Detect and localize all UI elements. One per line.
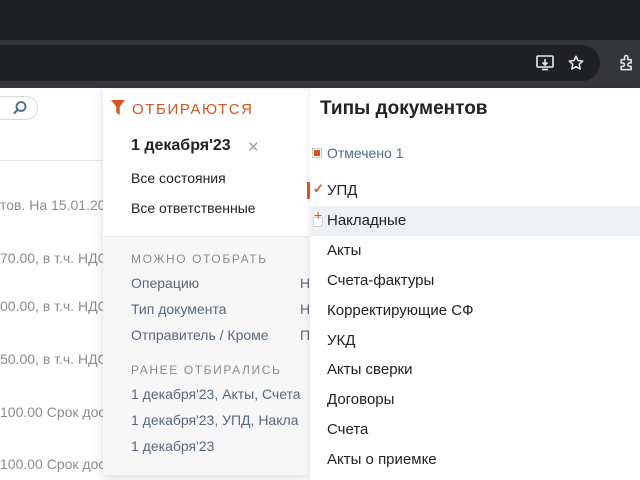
history-item[interactable]: 1 декабря'23, УПД, Накла [131, 412, 298, 428]
doc-type-item[interactable]: Акты сверки [310, 355, 640, 385]
filter-option-doc-type[interactable]: Тип документа [131, 301, 227, 317]
doc-type-item[interactable]: Договоры [310, 385, 640, 415]
list-item[interactable]: тов. На 15.01.20 [0, 197, 106, 213]
selected-date-filter[interactable]: 1 декабря'23 [131, 137, 231, 155]
list-item[interactable]: 100.00 Срок дос [0, 404, 105, 420]
selected-filter-status[interactable]: Все состояния [131, 170, 226, 186]
filter-title: ОТБИРАЮТСЯ [111, 100, 254, 119]
extensions-icon[interactable] [616, 52, 638, 74]
doc-types-title: Типы документов [320, 98, 488, 119]
search-field[interactable] [0, 96, 38, 120]
doc-type-item[interactable]: УКД [310, 326, 640, 356]
list-item[interactable]: 100.00 Срок дос [0, 456, 105, 472]
list-item[interactable]: 50.00, в т.ч. НДС [0, 351, 108, 367]
doc-types-panel: Типы документов Отмечено 1 ✓ УПД + Накла… [307, 88, 640, 480]
doc-type-item[interactable]: Корректирующие СФ [310, 296, 640, 326]
filter-option-right[interactable]: Н [300, 301, 310, 317]
address-bar[interactable] [0, 45, 600, 81]
doc-type-label: Корректирующие СФ [327, 302, 474, 319]
doc-type-label: Акты [327, 242, 362, 259]
list-item[interactable]: 70.00, в т.ч. НДС [0, 250, 108, 266]
filter-title-label: ОТБИРАЮТСЯ [132, 101, 254, 118]
checkbox-icon [312, 148, 322, 158]
doc-type-item[interactable]: Счета-фактуры [310, 266, 640, 296]
star-icon[interactable] [566, 53, 586, 73]
selected-filter-responsible[interactable]: Все ответственные [131, 200, 256, 216]
doc-type-item-upd[interactable]: ✓ УПД [307, 176, 640, 206]
plus-icon: + [314, 207, 323, 223]
selection-indicator [307, 182, 310, 199]
can-filter-heading: МОЖНО ОТОБРАТЬ [131, 252, 268, 266]
doc-type-label: Счета-фактуры [327, 272, 435, 289]
history-heading: РАНЕЕ ОТБИРАЛИСЬ [131, 363, 282, 377]
filter-options-section: МОЖНО ОТОБРАТЬ Операцию Тип документа От… [103, 236, 310, 475]
doc-type-item[interactable]: Акты о приемке [310, 445, 640, 475]
filter-panel: ОТБИРАЮТСЯ 1 декабря'23 ✕ Все состояния … [103, 90, 310, 475]
close-icon[interactable]: ✕ [247, 138, 260, 156]
doc-type-label: Накладные [327, 212, 407, 229]
search-icon[interactable] [12, 100, 28, 121]
doc-type-label: Договоры [327, 391, 395, 408]
filter-option-operation[interactable]: Операцию [131, 275, 199, 291]
filter-option-right[interactable]: П [300, 327, 310, 343]
marked-count[interactable]: Отмечено 1 [312, 145, 404, 161]
divider [0, 160, 110, 161]
install-app-icon[interactable] [535, 53, 555, 73]
list-item[interactable]: 00.00, в т.ч. НДС [0, 298, 108, 314]
history-item[interactable]: 1 декабря'23, Акты, Счета [131, 386, 301, 402]
history-item[interactable]: 1 декабря'23 [131, 438, 214, 454]
doc-type-label: УПД [327, 182, 358, 199]
filter-icon [111, 100, 125, 119]
filter-option-sender[interactable]: Отправитель / Кроме [131, 327, 269, 343]
doc-type-item-waybills[interactable]: + Накладные [310, 206, 640, 236]
doc-type-item[interactable]: Счета [310, 415, 640, 445]
doc-type-label: Счета [327, 421, 369, 438]
check-icon: ✓ [313, 181, 324, 196]
doc-type-item[interactable]: Акты [310, 236, 640, 266]
filter-option-right[interactable]: Н [300, 275, 310, 291]
doc-type-label: Акты сверки [327, 361, 413, 378]
doc-type-label: Акты о приемке [327, 451, 437, 468]
doc-type-label: УКД [327, 332, 356, 349]
browser-tab-strip [0, 0, 640, 40]
marked-count-label: Отмечено 1 [327, 145, 404, 161]
